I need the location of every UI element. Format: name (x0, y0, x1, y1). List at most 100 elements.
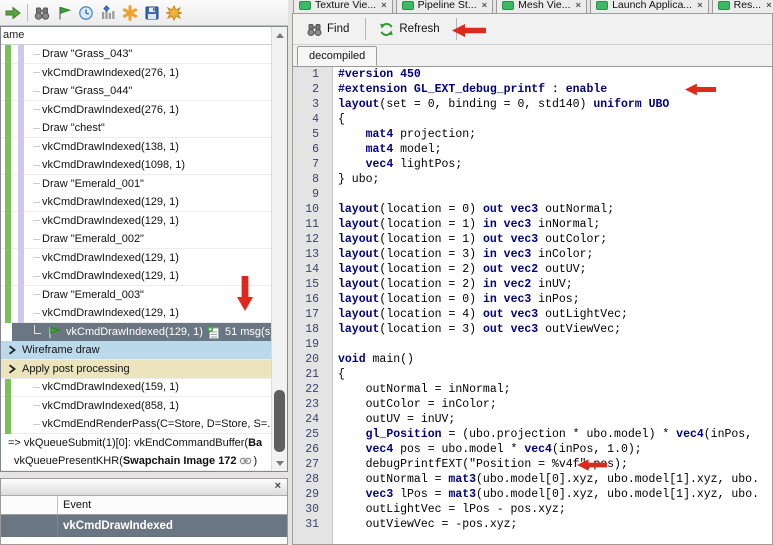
messages-row-event: vkCmdDrawIndexed (58, 520, 173, 532)
scroll-thumb[interactable] (274, 390, 285, 452)
line-number: 30 (293, 502, 326, 517)
event-row[interactable]: Draw "chest" (1, 119, 271, 138)
event-label: Draw "Emerald_003" (42, 289, 144, 301)
goto-arrow-icon[interactable] (2, 2, 24, 24)
event-label: Draw "Grass_043" (42, 48, 132, 60)
event-row[interactable]: vkCmdDrawIndexed(858, 1) (1, 397, 271, 416)
event-row[interactable]: vkCmdDrawIndexed(159, 1) (1, 378, 271, 397)
event-row[interactable]: vkQueuePresentKHR( Swapchain Image 172 ) (1, 452, 271, 471)
close-icon[interactable]: × (576, 0, 582, 11)
event-row[interactable]: => vkQueueSubmit(1)[0]: vkEndCommandBuff… (1, 434, 271, 453)
toolbar-separator (365, 18, 366, 40)
close-icon[interactable]: × (766, 0, 772, 11)
code-line: 10layout(location = 0) out vec3 outNorma… (293, 202, 772, 217)
event-row[interactable]: Draw "Grass_044" (1, 82, 271, 101)
window-tab[interactable]: Mesh Vie...× (496, 0, 587, 13)
event-label-segment: Swapchain Image 172 (123, 455, 237, 467)
section-label: Apply post processing (22, 363, 130, 375)
refresh-button[interactable]: Refresh (373, 18, 448, 41)
document-tab-bar: decompiled (293, 45, 772, 67)
window-tab[interactable]: Pipeline St...× (396, 0, 494, 13)
shader-viewer-frame: Find Refresh decompiled 1#version 4502#e… (292, 13, 773, 545)
tree-connector-stub (33, 220, 40, 221)
find-icon[interactable] (31, 2, 53, 24)
window-tab-bar: Texture Vie...×Pipeline St...×Mesh Vie..… (292, 0, 773, 13)
line-number: 7 (293, 157, 326, 172)
event-label: vkCmdDrawIndexed(129, 1) (42, 252, 179, 264)
shader-viewer-panel: Texture Vie...×Pipeline St...×Mesh Vie..… (292, 0, 773, 545)
event-row[interactable]: vkCmdEndRenderPass(C=Store, D=Store, S=.… (1, 415, 271, 434)
asterisk-icon[interactable] (119, 2, 141, 24)
line-number: 10 (293, 202, 326, 217)
event-browser-frame: ame Draw "Grass_043" vkCmdDrawIndexed(276… (0, 26, 288, 472)
event-row[interactable]: Draw "Emerald_002" (1, 230, 271, 249)
event-row[interactable]: Draw "Grass_043" (1, 45, 271, 64)
line-number: 1 (293, 67, 326, 82)
messages-selected-row[interactable]: vkCmdDrawIndexed (1, 515, 287, 537)
event-tree-scrollbar[interactable] (271, 27, 287, 471)
event-browser-toolbar (0, 0, 288, 26)
event-label: vkCmdDrawIndexed(129, 1) (66, 326, 203, 338)
event-row[interactable]: Draw "Emerald_003" (1, 286, 271, 305)
event-row-selected[interactable]: vkCmdDrawIndexed(129, 1)51 msg(s) (1, 323, 271, 342)
line-number: 8 (293, 172, 326, 187)
event-row[interactable]: Draw "Emerald_001" (1, 175, 271, 194)
event-row[interactable]: Apply post processing (1, 360, 271, 379)
code-line: 13layout(location = 3) in vec3 inColor; (293, 247, 772, 262)
shader-source-editor[interactable]: 1#version 4502#extension GL_EXT_debug_pr… (293, 67, 772, 544)
tab-decompiled[interactable]: decompiled (297, 46, 377, 66)
code-line: 27 debugPrintfEXT("Position = %v4f",pos)… (293, 457, 772, 472)
event-row[interactable]: vkCmdDrawIndexed(276, 1) (1, 101, 271, 120)
event-row[interactable]: vkCmdDrawIndexed(129, 1) (1, 267, 271, 286)
event-label: vkCmdDrawIndexed(129, 1) (42, 215, 179, 227)
tree-connector-stub (33, 91, 40, 92)
line-number: 15 (293, 277, 326, 292)
scroll-down-button[interactable] (272, 455, 288, 471)
code-line: 30 outLightVec = lPos - pos.xyz; (293, 502, 772, 517)
code-line: 4{ (293, 112, 772, 127)
scroll-up-button[interactable] (272, 27, 288, 43)
window-icon (299, 1, 311, 10)
event-row[interactable]: vkCmdDrawIndexed(1098, 1) (1, 156, 271, 175)
window-tab[interactable]: Launch Applica... × (590, 0, 709, 13)
window-icon (402, 1, 414, 10)
tree-connector-stub (33, 294, 40, 295)
event-row[interactable]: vkCmdDrawIndexed(129, 1) (1, 249, 271, 268)
tree-connector-stub (33, 183, 40, 184)
code-line: 31 outViewVec = -pos.xyz; (293, 517, 772, 532)
close-icon[interactable]: × (697, 0, 703, 11)
stats-histogram-icon[interactable] (97, 2, 119, 24)
timer-clock-icon[interactable] (75, 2, 97, 24)
window-tab-label: Launch Applica... (612, 0, 692, 11)
event-row[interactable]: vkCmdDrawIndexed(276, 1) (1, 64, 271, 83)
window-tab[interactable]: Res...× (712, 0, 773, 13)
event-label: vkCmdDrawIndexed(159, 1) (42, 381, 179, 393)
close-icon[interactable]: × (381, 0, 387, 11)
chevron-right-icon (8, 345, 16, 355)
line-number: 18 (293, 322, 326, 337)
window-icon (718, 1, 730, 10)
event-label: Draw "Grass_044" (42, 85, 132, 97)
line-number: 28 (293, 472, 326, 487)
red-left-arrow-annotation (685, 83, 716, 96)
tree-connector-stub (33, 276, 40, 277)
save-icon[interactable] (141, 2, 163, 24)
find-button[interactable]: Find (301, 18, 358, 41)
event-browser-panel: ame Draw "Grass_043" vkCmdDrawIndexed(276… (0, 0, 288, 472)
name-column-header[interactable]: ame (1, 27, 271, 45)
close-icon[interactable]: × (482, 0, 488, 11)
event-row[interactable]: vkCmdDrawIndexed(138, 1) (1, 138, 271, 157)
bookmark-flag-icon[interactable] (53, 2, 75, 24)
event-label: vkCmdDrawIndexed(276, 1) (42, 67, 179, 79)
event-label-segment: ) (254, 455, 258, 467)
extensions-star-icon[interactable] (163, 2, 185, 24)
code-line: 29 vec3 lPos = mat3(ubo.model[0].xyz, ub… (293, 487, 772, 502)
window-tab[interactable]: Texture Vie...× (293, 0, 393, 13)
event-row[interactable]: vkCmdDrawIndexed(129, 1) (1, 304, 271, 323)
close-icon[interactable]: × (275, 480, 281, 492)
event-row[interactable]: vkCmdDrawIndexed(129, 1) (1, 193, 271, 212)
line-number: 14 (293, 262, 326, 277)
event-row[interactable]: Wireframe draw (1, 341, 271, 360)
event-row[interactable]: vkCmdDrawIndexed(129, 1) (1, 212, 271, 231)
code-line: 24 outUV = inUV; (293, 412, 772, 427)
